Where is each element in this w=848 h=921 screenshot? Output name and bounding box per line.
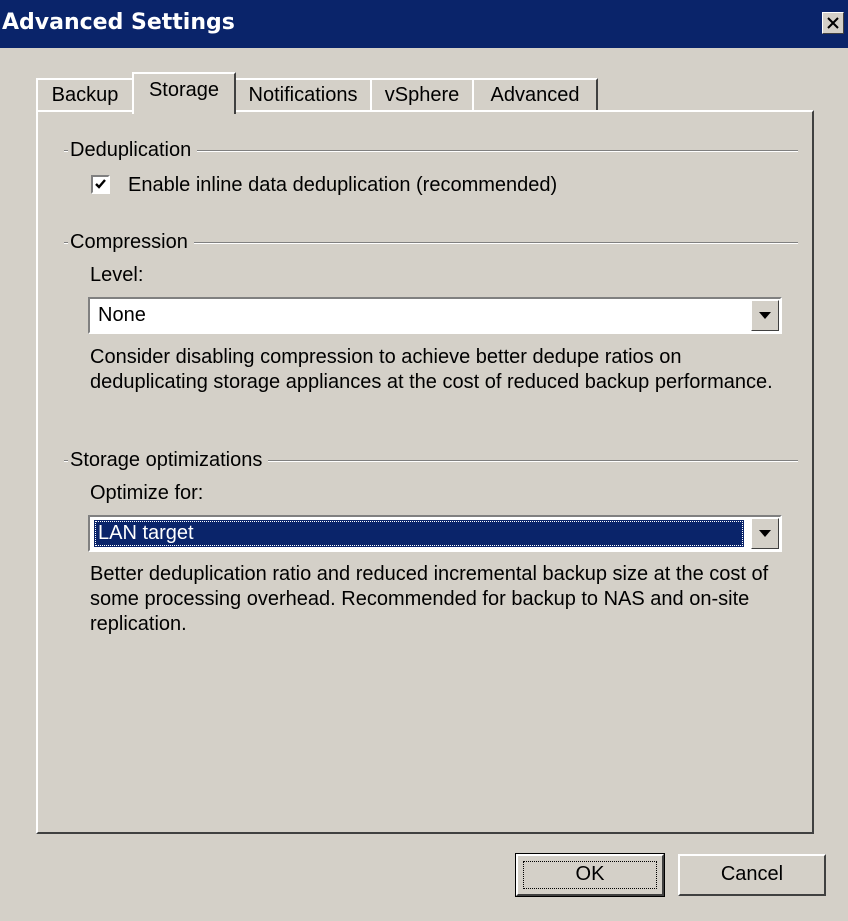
storage-tab-panel: Deduplication Enable inline data dedupli…: [36, 110, 814, 834]
deduplication-group-label: Deduplication: [68, 139, 198, 162]
compression-description: Consider disabling compression to achiev…: [90, 346, 773, 393]
tab-advanced-label: Advanced: [490, 84, 580, 106]
checkmark-icon: [95, 179, 106, 189]
tab-notifications-label: Notifications: [248, 84, 358, 106]
focus-rect: [523, 861, 657, 889]
inline-dedup-label[interactable]: Enable inline data deduplication (recomm…: [128, 174, 557, 197]
tab-vsphere[interactable]: vSphere: [370, 78, 474, 110]
optimize-dropdown-button[interactable]: [751, 518, 779, 549]
tab-backup-label: Backup: [51, 84, 119, 106]
ok-button[interactable]: OK: [515, 853, 665, 897]
tab-backup[interactable]: Backup: [36, 78, 134, 110]
tab-notifications[interactable]: Notifications: [234, 78, 372, 110]
tab-advanced[interactable]: Advanced: [472, 78, 598, 110]
compression-group-label: Compression: [68, 231, 194, 254]
compression-dropdown-button[interactable]: [751, 300, 779, 331]
close-button[interactable]: [822, 12, 844, 34]
storage-optimizations-description: Better deduplication ratio and reduced i…: [90, 563, 769, 635]
optimize-for-dropdown[interactable]: LAN target: [88, 515, 782, 552]
chevron-down-icon: [759, 312, 771, 319]
tab-storage[interactable]: Storage: [132, 72, 236, 114]
compression-level-value: None: [98, 304, 146, 326]
inline-dedup-checkbox[interactable]: [91, 175, 110, 194]
compression-level-dropdown[interactable]: None: [88, 297, 782, 334]
window-title: Advanced Settings: [2, 10, 235, 35]
title-bar[interactable]: Advanced Settings: [0, 0, 848, 48]
close-icon: [827, 17, 839, 29]
cancel-button[interactable]: Cancel: [678, 854, 826, 896]
chevron-down-icon: [759, 530, 771, 537]
optimize-for-label: Optimize for:: [90, 482, 204, 504]
optimize-for-value: LAN target: [94, 520, 744, 547]
tab-vsphere-label: vSphere: [384, 84, 460, 106]
tab-storage-label: Storage: [148, 79, 220, 101]
cancel-button-label: Cancel: [720, 863, 784, 885]
storage-optimizations-group-label: Storage optimizations: [68, 449, 269, 472]
compression-level-label: Level:: [90, 264, 144, 286]
advanced-settings-dialog: Advanced Settings Backup Storage Notific…: [0, 0, 848, 921]
